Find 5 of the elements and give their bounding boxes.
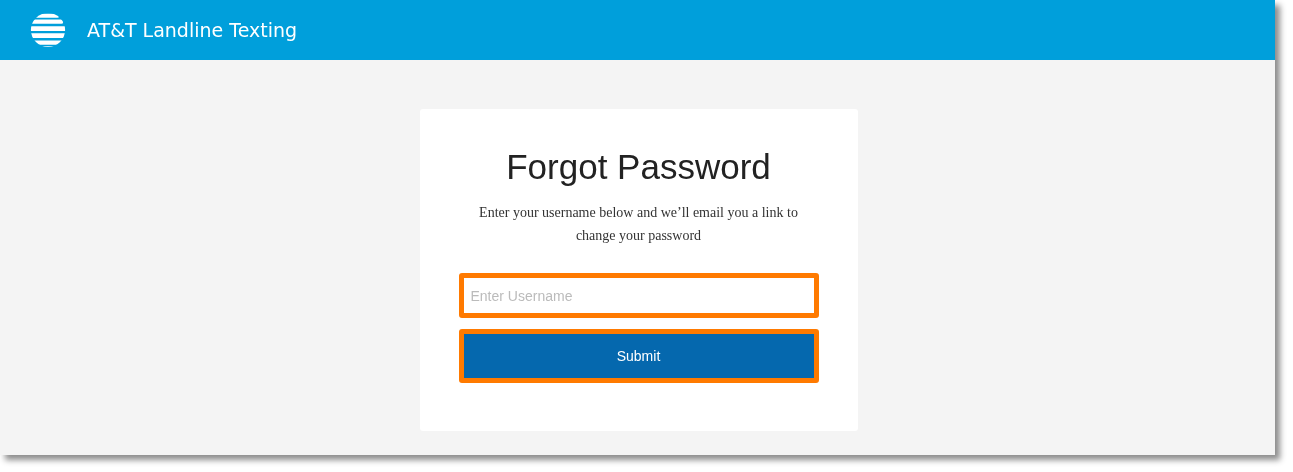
app-title: AT&T Landline Texting [87, 19, 298, 41]
page-heading: Forgot Password [506, 147, 771, 187]
instructions-text: Enter your username below and we’ll email you a link to change your password [478, 204, 799, 245]
submit-button[interactable]: Submit [458, 329, 819, 383]
username-field[interactable]: Enter Username [458, 273, 819, 318]
